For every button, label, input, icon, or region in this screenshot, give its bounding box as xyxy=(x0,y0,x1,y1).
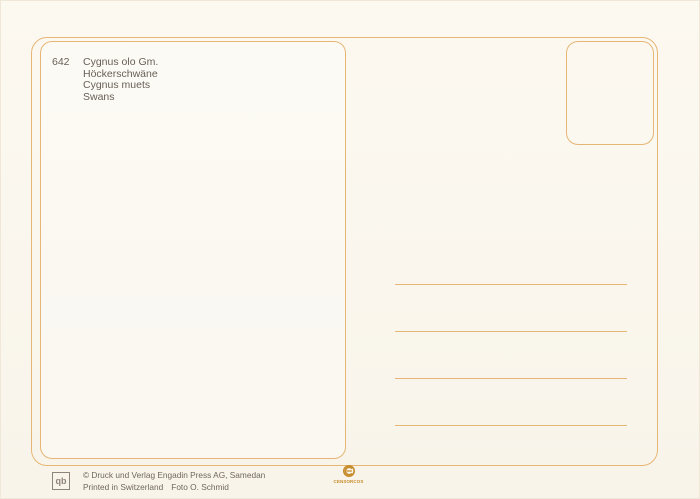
address-line-2 xyxy=(395,331,627,332)
caption-line-1: Cygnus olo Gm. xyxy=(83,56,159,68)
caption-number: 642 xyxy=(52,56,70,68)
publisher-badge-symbol: qb xyxy=(55,475,67,486)
publisher-info: © Druck und Verlag Engadin Press AG, Sam… xyxy=(83,470,265,493)
publisher-line: © Druck und Verlag Engadin Press AG, Sam… xyxy=(83,470,266,480)
publisher-badge-icon: qb xyxy=(52,472,70,490)
printed-in-text: Printed in Switzerland xyxy=(83,481,164,492)
photo-credit-text: Foto O. Schmid xyxy=(171,481,229,492)
publisher-details: Printed in Switzerland Foto O. Schmid xyxy=(83,482,265,494)
address-line-4 xyxy=(395,425,627,426)
address-line-3 xyxy=(395,378,627,379)
stamp-box xyxy=(566,41,654,145)
brand-logo: CENSORCOS xyxy=(332,464,365,486)
address-line-1 xyxy=(395,284,627,285)
caption-lines: Cygnus olo Gm. Höckerschwäne Cygnus muet… xyxy=(83,56,159,103)
postcard: 642 Cygnus olo Gm. Höckerschwäne Cygnus … xyxy=(0,0,700,499)
brand-logo-icon xyxy=(343,465,355,477)
message-panel xyxy=(40,41,346,459)
brand-mark-text: CENSORCOS xyxy=(333,479,364,484)
caption-line-4: Swans xyxy=(83,90,115,103)
